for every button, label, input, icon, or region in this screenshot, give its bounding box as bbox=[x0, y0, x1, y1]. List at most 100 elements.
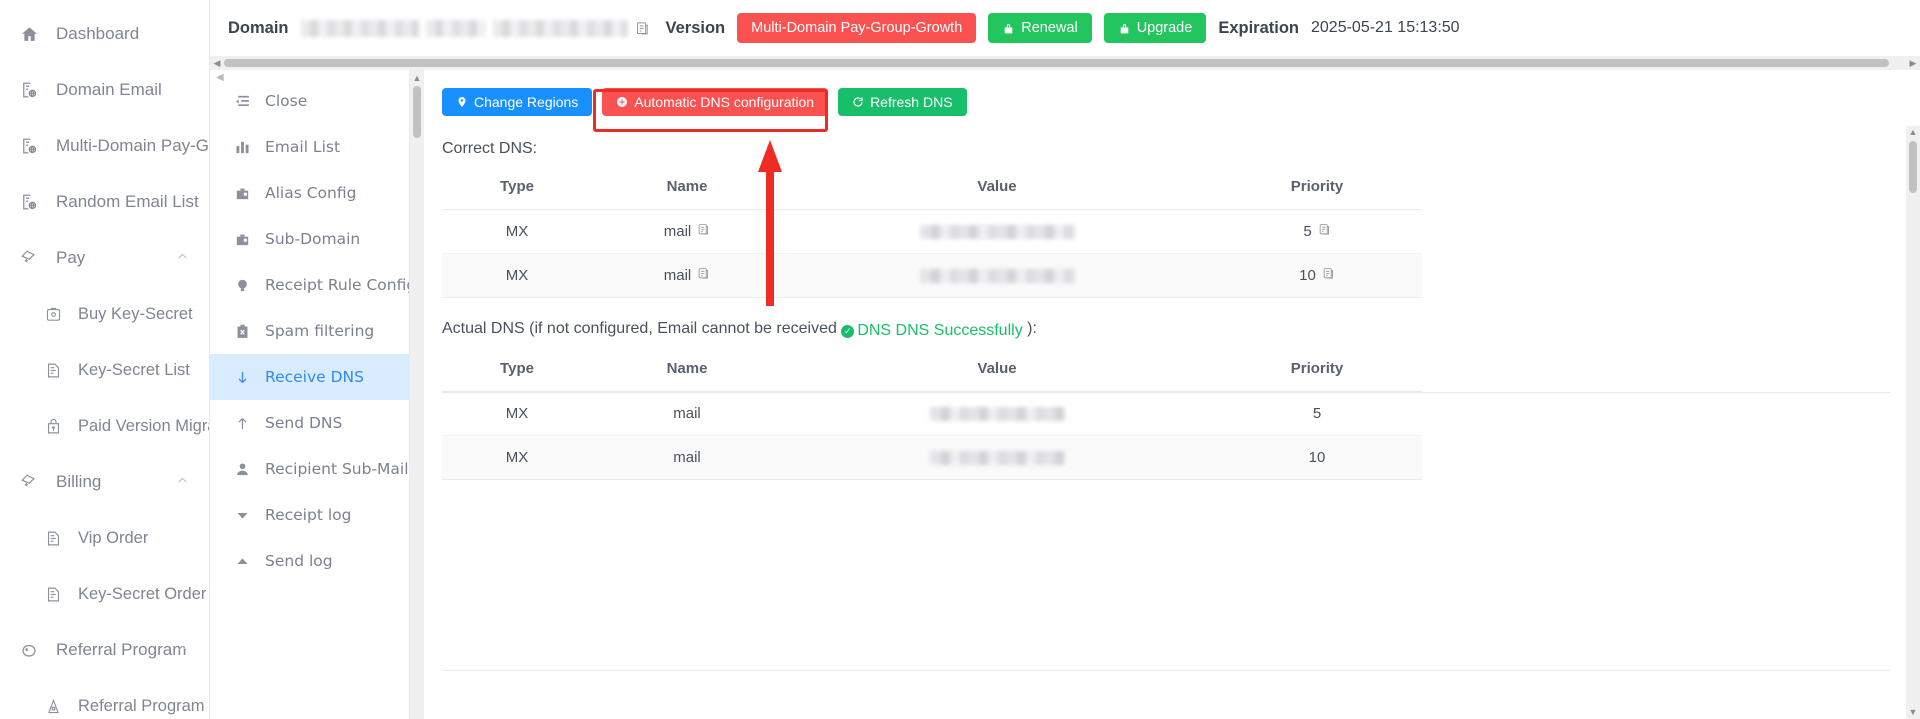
submenu-item-label: Close bbox=[265, 92, 308, 110]
column-header-value: Value bbox=[782, 349, 1212, 392]
dns-content-panel: Change Regions Automatic DNS configurati… bbox=[424, 70, 1920, 719]
copy-icon[interactable] bbox=[697, 223, 710, 240]
copy-icon[interactable] bbox=[697, 267, 710, 284]
submenu-item-send-log[interactable]: Send log bbox=[210, 538, 409, 584]
column-header-type: Type bbox=[442, 349, 592, 392]
submenu-item-close[interactable]: Close bbox=[210, 78, 409, 124]
copy-icon[interactable] bbox=[1318, 223, 1331, 240]
user-icon bbox=[232, 459, 252, 479]
upgrade-button[interactable]: Upgrade bbox=[1103, 13, 1207, 43]
cell-priority: 5 bbox=[1212, 209, 1422, 254]
submenu-item-send-dns[interactable]: Send DNS bbox=[210, 400, 409, 446]
submenu-item-receipt-log[interactable]: Receipt log bbox=[210, 492, 409, 538]
refresh-dns-button[interactable]: Refresh DNS bbox=[838, 88, 967, 116]
sidebar-item-label: Random Email List bbox=[56, 192, 199, 211]
sidebar-item-key-secret-list[interactable]: Key-Secret List bbox=[0, 342, 209, 398]
submenu-item-label: Receipt log bbox=[265, 506, 352, 524]
cell-value bbox=[782, 391, 1212, 436]
table-header-row: Type Name Value Priority bbox=[442, 168, 1422, 210]
content-vertical-scrollbar[interactable]: ▲ bbox=[410, 70, 424, 719]
app-root: Dashboard Domain Email Multi-Domain Pay-… bbox=[0, 0, 1920, 719]
horizontal-scroll-track[interactable] bbox=[224, 56, 1906, 70]
submenu-item-receive-dns[interactable]: Receive DNS bbox=[210, 354, 409, 400]
sidebar-group-referral-program[interactable]: Referral Program bbox=[0, 622, 209, 678]
sidebar-item-label: Vip Order bbox=[78, 528, 149, 547]
chevron-left-icon[interactable]: ◀ bbox=[216, 72, 224, 83]
main-sidebar: Dashboard Domain Email Multi-Domain Pay-… bbox=[0, 0, 210, 719]
sidebar-group-billing[interactable]: Billing bbox=[0, 454, 209, 510]
column-header-priority: Priority bbox=[1212, 349, 1422, 392]
sidebar-group-pay[interactable]: Pay bbox=[0, 230, 209, 286]
submenu-item-email-list[interactable]: Email List bbox=[210, 124, 409, 170]
content-vertical-scroll-thumb[interactable] bbox=[413, 86, 421, 138]
sidebar-item-dashboard[interactable]: Dashboard bbox=[0, 6, 209, 62]
horizontal-scroll-thumb[interactable] bbox=[224, 59, 1890, 67]
table-row: MX mail 5 bbox=[442, 391, 1422, 436]
sidebar-item-vip-order[interactable]: Vip Order bbox=[0, 510, 209, 566]
referral-sub-icon bbox=[42, 695, 64, 717]
right-pane: Domain Version Multi-Domain Pay-Group-Gr… bbox=[210, 0, 1920, 719]
scroll-down-arrow-icon[interactable]: ▼ bbox=[1906, 706, 1920, 719]
automatic-dns-configuration-label: Automatic DNS configuration bbox=[634, 94, 815, 110]
sidebar-item-domain-email[interactable]: Domain Email bbox=[0, 62, 209, 118]
submenu-item-recipient-sub-mail[interactable]: Recipient Sub-Mail bbox=[210, 446, 409, 492]
cell-type: MX bbox=[442, 435, 592, 480]
body-split: ◀ Close Email List Alias Config Sub-Doma… bbox=[210, 70, 1920, 719]
buy-key-icon bbox=[42, 303, 64, 325]
value-redacted bbox=[919, 225, 1075, 240]
sidebar-item-multi-domain-pay-group[interactable]: Multi-Domain Pay-Group bbox=[0, 118, 209, 174]
automatic-dns-configuration-button[interactable]: Automatic DNS configuration bbox=[602, 88, 829, 116]
submenu-item-spam-filtering[interactable]: Spam filtering bbox=[210, 308, 409, 354]
table-row: MX mail bbox=[442, 209, 1422, 254]
copy-icon[interactable] bbox=[635, 21, 650, 36]
plus-circle-icon bbox=[616, 96, 628, 108]
submenu-item-label: Sub-Domain bbox=[265, 230, 361, 248]
sidebar-item-random-email-list[interactable]: Random Email List bbox=[0, 174, 209, 230]
cell-name: mail bbox=[592, 253, 782, 298]
page-vertical-scrollbar[interactable]: ▲ ▼ bbox=[1906, 126, 1920, 719]
horizontal-scrollbar[interactable]: ◀ ▶ bbox=[210, 56, 1920, 70]
scroll-right-arrow-icon[interactable]: ▶ bbox=[1906, 56, 1920, 70]
sidebar-item-label: Domain Email bbox=[56, 80, 162, 99]
submenu-item-label: Email List bbox=[265, 138, 341, 156]
lock-icon bbox=[1002, 22, 1015, 35]
content-divider bbox=[442, 392, 1890, 393]
scroll-left-arrow-icon[interactable]: ◀ bbox=[210, 56, 224, 70]
domain-header-bar: Domain Version Multi-Domain Pay-Group-Gr… bbox=[210, 0, 1920, 56]
expiration-value: 2025-05-21 15:13:50 bbox=[1311, 19, 1460, 36]
sidebar-item-referral-program[interactable]: Referral Program bbox=[0, 678, 209, 719]
correct-dns-title: Correct DNS: bbox=[442, 140, 538, 157]
submenu-item-sub-domain[interactable]: Sub-Domain bbox=[210, 216, 409, 262]
submenu-item-receipt-rule-config[interactable]: Receipt Rule Config bbox=[210, 262, 409, 308]
refresh-icon bbox=[852, 96, 864, 108]
alias-icon bbox=[232, 183, 252, 203]
cell-value bbox=[782, 209, 1212, 254]
table-row: MX mail bbox=[442, 253, 1422, 298]
content-divider bbox=[442, 670, 1890, 671]
renewal-button[interactable]: Renewal bbox=[988, 13, 1092, 43]
scroll-up-arrow-icon[interactable]: ▲ bbox=[1906, 126, 1920, 139]
sidebar-item-buy-key-secret[interactable]: Buy Key-Secret bbox=[0, 286, 209, 342]
renewal-button-label: Renewal bbox=[1021, 20, 1078, 36]
submenu-item-alias-config[interactable]: Alias Config bbox=[210, 170, 409, 216]
change-regions-label: Change Regions bbox=[474, 94, 579, 110]
arrow-up-icon bbox=[232, 413, 252, 433]
dns-toolbar: Change Regions Automatic DNS configurati… bbox=[434, 86, 1920, 118]
sidebar-item-key-secret-order[interactable]: Key-Secret Order bbox=[0, 566, 209, 622]
version-badge[interactable]: Multi-Domain Pay-Group-Growth bbox=[737, 13, 977, 43]
scroll-up-arrow-icon[interactable]: ▲ bbox=[410, 72, 424, 85]
sidebar-item-paid-version-migration[interactable]: Paid Version Migration bbox=[0, 398, 209, 454]
copy-icon[interactable] bbox=[1322, 267, 1335, 284]
sidebar-item-label: Paid Version Migration bbox=[78, 416, 209, 435]
close-menu-icon bbox=[232, 91, 252, 111]
list-doc-icon bbox=[42, 583, 64, 605]
change-regions-button[interactable]: Change Regions bbox=[442, 88, 593, 116]
actual-dns-title-prefix: Actual DNS (if not configured, Email can… bbox=[442, 320, 842, 337]
domain-email-icon bbox=[18, 79, 40, 101]
page-vertical-scroll-thumb[interactable] bbox=[1909, 141, 1917, 193]
sidebar-item-label: Billing bbox=[56, 472, 102, 491]
dns-status-text: DNS DNS Successfully bbox=[857, 321, 1023, 339]
referral-icon bbox=[18, 639, 40, 661]
cell-priority: 10 bbox=[1212, 253, 1422, 298]
list-doc-icon bbox=[42, 359, 64, 381]
